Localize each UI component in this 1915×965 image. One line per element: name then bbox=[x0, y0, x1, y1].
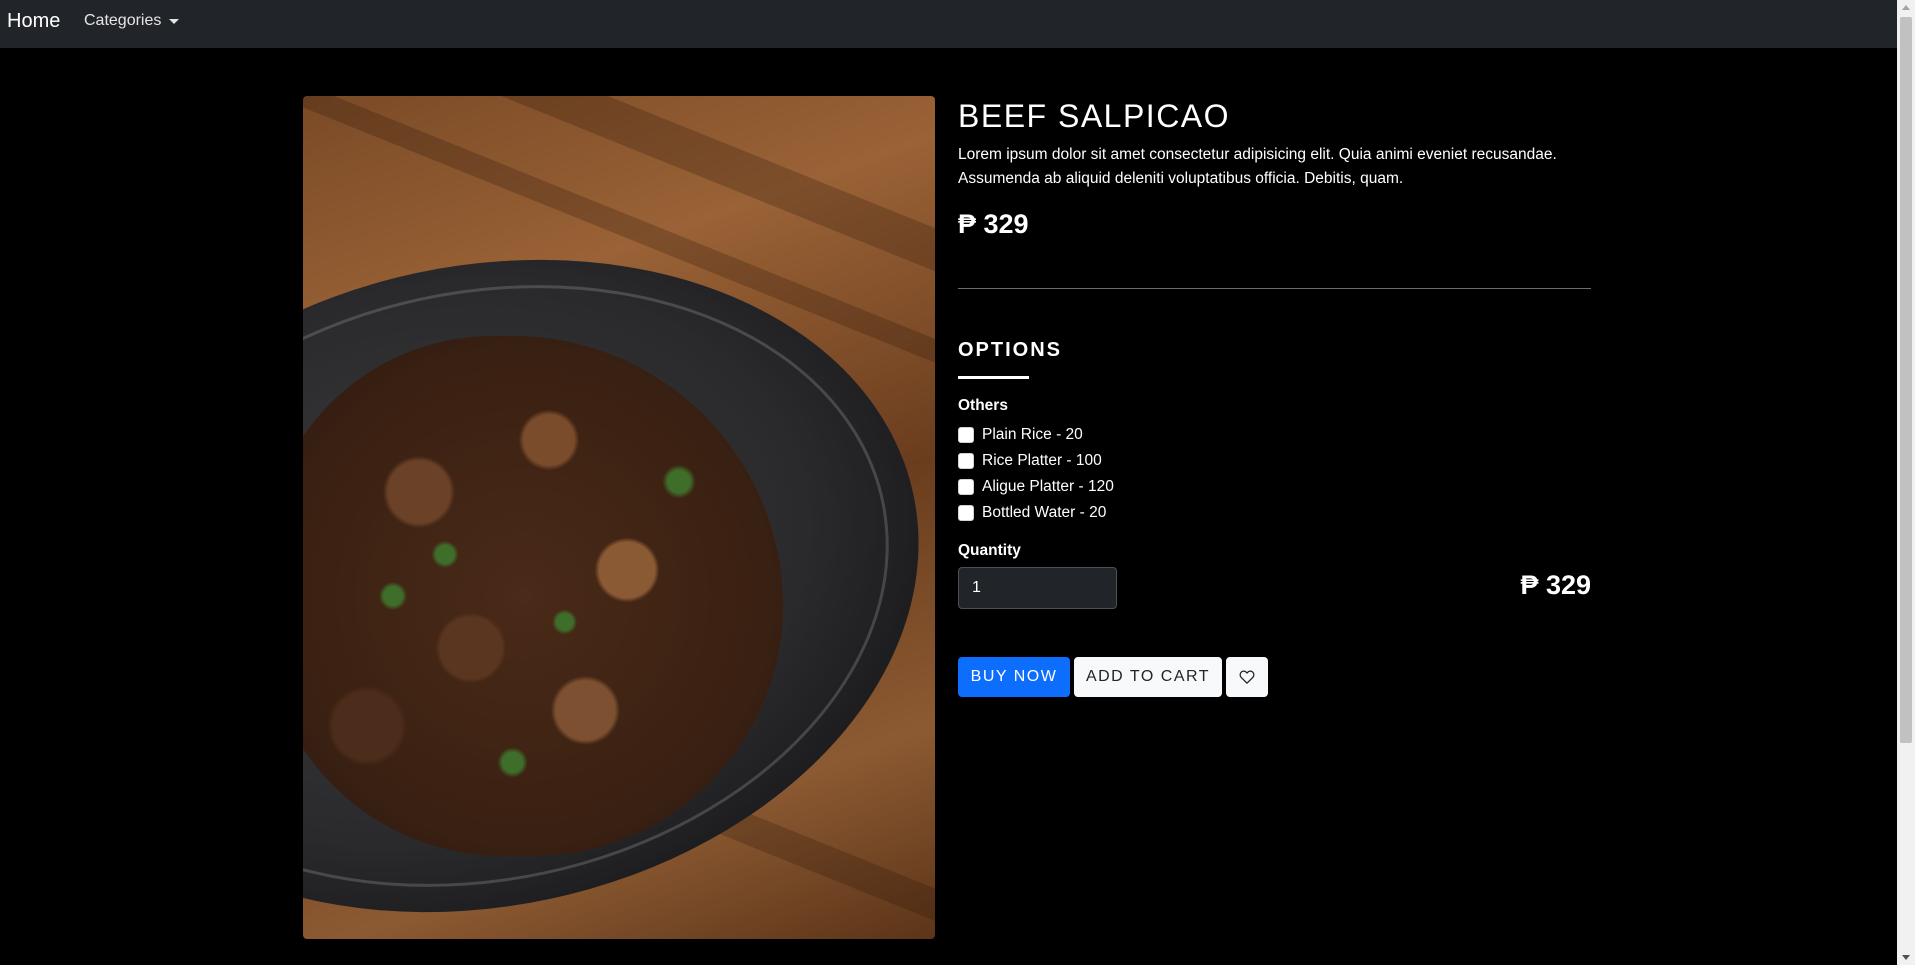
quantity-label: Quantity bbox=[958, 542, 1021, 559]
product-description: Lorem ipsum dolor sit amet consectetur a… bbox=[958, 146, 1557, 187]
product-title: BEEF SALPICAO bbox=[958, 98, 1231, 134]
options-group-label: Others bbox=[958, 397, 1008, 414]
buy-now-button[interactable]: BUY NOW bbox=[958, 657, 1070, 697]
total-price: ₱ 329 bbox=[1520, 570, 1591, 600]
categories-dropdown[interactable]: Categories bbox=[84, 11, 180, 31]
divider bbox=[958, 288, 1591, 289]
categories-label: Categories bbox=[84, 12, 162, 29]
product-image bbox=[303, 96, 935, 939]
option-plain-rice[interactable]: Plain Rice - 20 bbox=[958, 424, 1083, 446]
option-aligue-platter[interactable]: Aligue Platter - 120 bbox=[958, 476, 1114, 498]
option-label: Rice Platter - 100 bbox=[982, 452, 1102, 469]
option-rice-platter[interactable]: Rice Platter - 100 bbox=[958, 450, 1102, 472]
add-to-cart-button[interactable]: ADD TO CART bbox=[1074, 657, 1222, 697]
plain-rice-checkbox[interactable] bbox=[958, 427, 974, 443]
option-label: Bottled Water - 20 bbox=[982, 504, 1107, 521]
quantity-input[interactable] bbox=[958, 567, 1117, 609]
page-scrollbar[interactable] bbox=[1897, 0, 1915, 965]
caret-down-icon bbox=[169, 19, 180, 24]
product-price: ₱ 329 bbox=[958, 209, 1029, 239]
aligue-platter-checkbox[interactable] bbox=[958, 479, 974, 495]
scroll-down-arrow-icon[interactable] bbox=[1902, 955, 1910, 960]
rice-platter-checkbox[interactable] bbox=[958, 453, 974, 469]
option-label: Aligue Platter - 120 bbox=[982, 478, 1114, 495]
navbar: Home Categories bbox=[0, 0, 1897, 48]
bottled-water-checkbox[interactable] bbox=[958, 505, 974, 521]
scroll-thumb[interactable] bbox=[1900, 17, 1912, 743]
options-heading-underline bbox=[958, 376, 1029, 379]
option-bottled-water[interactable]: Bottled Water - 20 bbox=[958, 502, 1106, 524]
options-heading: OPTIONS bbox=[958, 339, 1063, 361]
option-label: Plain Rice - 20 bbox=[982, 426, 1083, 443]
heart-icon bbox=[1239, 670, 1255, 684]
scroll-up-arrow-icon[interactable] bbox=[1902, 5, 1910, 10]
favorite-button[interactable] bbox=[1226, 657, 1268, 697]
home-link[interactable]: Home bbox=[7, 9, 60, 33]
